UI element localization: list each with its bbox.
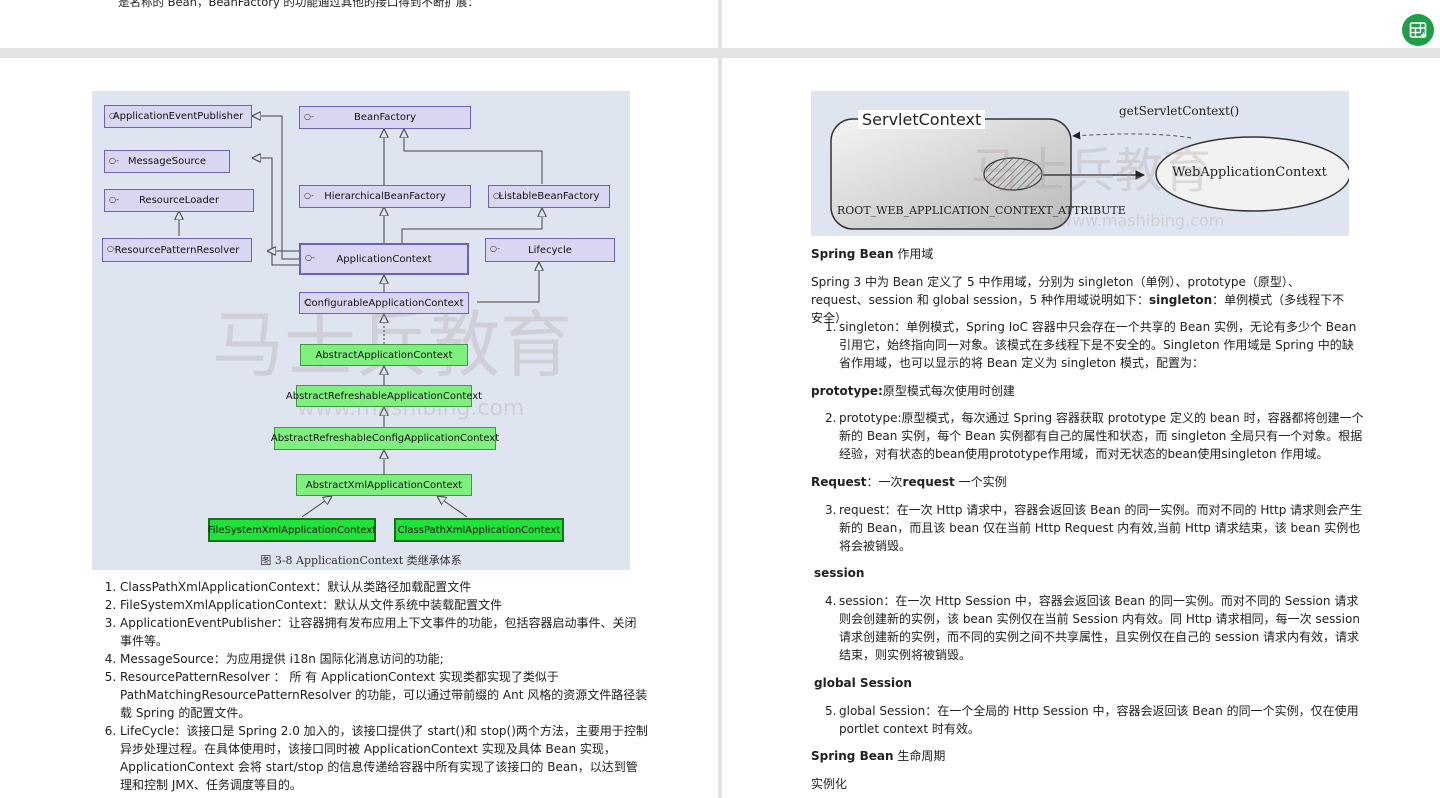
session-heading: session	[814, 566, 865, 580]
class-hierarchy-diagram: 马士兵教育 www.mashibing.com ○-ApplicationEve…	[92, 91, 630, 570]
floating-table-button[interactable]	[1402, 14, 1434, 46]
previous-page-left: 是名称的 Bean，BeanFactory 的功能通过其他的接口得到不断扩展：	[0, 0, 718, 48]
box-resource-pattern-resolver: ○- ResourcePatternResolver	[102, 238, 252, 262]
list-item: ApplicationEventPublisher：让容器拥有发布应用上下文事件…	[120, 614, 648, 650]
interface-description-list: ClassPathXmlApplicationContext：默认从类路径加载配…	[104, 578, 648, 794]
box-abstract-xml-application-context: AbstractXmlApplicationContext	[296, 474, 472, 496]
box-file-system-xml-application-context: FileSystemXmlApplicationContext	[208, 518, 376, 542]
list-item: ResourcePatternResolver ： 所 有 Applicatio…	[120, 668, 648, 722]
list-item: 2. prototype:原型模式，每次通过 Spring 容器获取 protot…	[825, 411, 1364, 461]
table-grid-icon	[1409, 22, 1427, 38]
figure-caption: 图 3-8 ApplicationContext 类继承体系	[260, 554, 462, 567]
box-bean-factory: ○- BeanFactory	[299, 106, 471, 129]
box-listable-bean-factory: ○- ListableBeanFactory	[488, 185, 610, 208]
servlet-context-diagram: 马士兵教育 www.mashibing.com ServletContext g…	[811, 91, 1349, 236]
list-item: MessageSource：为应用提供 i18n 国际化消息访问的功能;	[120, 650, 648, 668]
box-configurable-application-context: ○- ConfigurableApplicationContext	[299, 292, 469, 314]
box-message-source: ○- MessageSource	[104, 150, 230, 173]
global-session-heading: global Session	[814, 676, 912, 690]
previous-page-right	[722, 0, 1440, 48]
box-abstract-refreshable-config-application-context: AbstractRefreshableConfigApplicationCont…	[271, 427, 499, 450]
request-heading: Request：一次request 一个实例	[811, 475, 1007, 489]
box-abstract-application-context: AbstractApplicationContext	[300, 344, 468, 366]
get-servlet-context-label: getServletContext()	[1119, 104, 1240, 118]
list-item: ClassPathXmlApplicationContext：默认从类路径加载配…	[120, 578, 648, 596]
root-attribute-label: ROOT_WEB_APPLICATION_CONTEXT_ATTRIBUTE	[837, 204, 1126, 217]
prototype-heading: prototype:原型模式每次使用时创建	[811, 384, 1015, 398]
list-item: FileSystemXmlApplicationContext：默认从文件系统中…	[120, 596, 648, 614]
list-item: 4. session：在一次 Http Session 中，容器会返回该 Bean…	[825, 594, 1360, 662]
web-application-context-label: WebApplicationContext	[1172, 165, 1327, 180]
list-item: 1. singleton：单例模式，Spring IoC 容器中只会存在一个共享的…	[825, 320, 1357, 370]
list-item: 5. global Session：在一个全局的 Http Session 中，容…	[825, 704, 1359, 736]
list-item: LifeCycle：该接口是 Spring 2.0 加入的，该接口提供了 sta…	[120, 722, 648, 794]
box-application-event-publisher: ○- ApplicationEventPublisher	[104, 105, 252, 128]
top-left-text: 是名称的 Bean，BeanFactory 的功能通过其他的接口得到不断扩展：	[118, 0, 479, 9]
box-resource-loader: ○- ResourceLoader	[104, 189, 254, 212]
box-hierarchical-bean-factory: ○- HierarchicalBeanFactory	[299, 185, 471, 208]
document-page-left: 马士兵教育 www.mashibing.com ○-ApplicationEve…	[0, 58, 718, 798]
lifecycle-heading: Spring Bean 生命周期	[811, 749, 946, 763]
scope-heading: Spring Bean 作用域	[811, 247, 934, 261]
box-application-context: ○- ApplicationContext	[299, 243, 469, 275]
list-item: 3. request：在一次 Http 请求中，容器会返回该 Bean 的同一实例…	[825, 503, 1363, 553]
document-page-right: 马士兵教育 www.mashibing.com ServletContext g…	[722, 58, 1440, 798]
instantiate-text: 实例化	[811, 777, 848, 791]
box-abstract-refreshable-application-context: AbstractRefreshableApplicationContext	[286, 385, 482, 407]
box-class-path-xml-application-context: ClassPathXmlApplicationContext	[394, 518, 564, 542]
box-lifecycle: ○- Lifecycle	[485, 238, 615, 262]
servlet-context-label: ServletContext	[858, 110, 986, 129]
